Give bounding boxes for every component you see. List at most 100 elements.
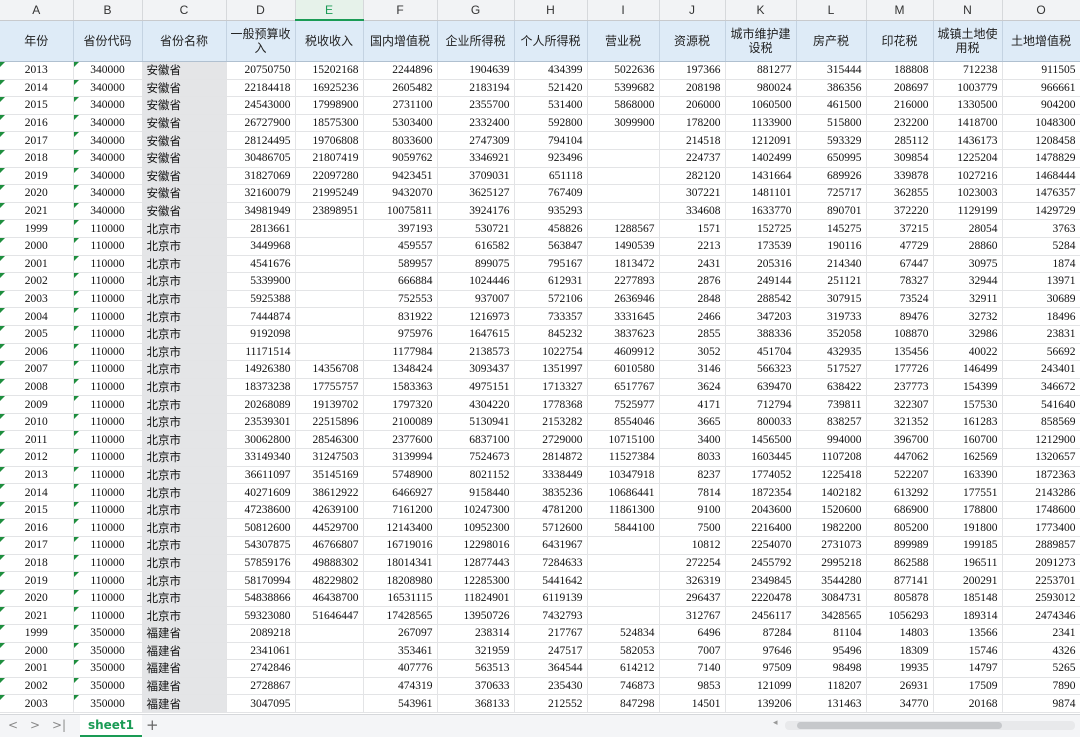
table-cell[interactable]: 15202168: [295, 61, 364, 80]
table-cell[interactable]: 2143286: [1002, 483, 1080, 502]
table-cell[interactable]: 154399: [933, 378, 1003, 397]
table-cell[interactable]: 1225204: [933, 149, 1003, 168]
table-cell[interactable]: 282120: [659, 167, 726, 186]
table-cell[interactable]: 13971: [1002, 272, 1080, 291]
table-cell[interactable]: 746873: [587, 677, 660, 696]
table-cell[interactable]: 232200: [866, 114, 934, 133]
table-cell[interactable]: 9432070: [363, 184, 438, 203]
table-cell[interactable]: 9192098: [226, 325, 296, 344]
spreadsheet-grid[interactable]: ABCDEFGHIJKLMNO 年份 省份代码 省份名称 一般预算收入 税收收入 国内增值…: [0, 0, 1080, 714]
table-cell[interactable]: 4326: [1002, 642, 1080, 661]
table-cell[interactable]: 858569: [1002, 413, 1080, 432]
table-cell[interactable]: 689926: [796, 167, 867, 186]
table-cell[interactable]: 14926380: [226, 360, 296, 379]
table-cell[interactable]: 56692: [1002, 343, 1080, 362]
table-cell[interactable]: 北京市: [142, 325, 227, 344]
table-cell[interactable]: 923496: [514, 149, 588, 168]
table-cell[interactable]: 2100089: [363, 413, 438, 432]
table-cell[interactable]: 2015: [0, 96, 74, 115]
table-cell[interactable]: 16925236: [295, 79, 364, 98]
table-cell[interactable]: 3099900: [587, 114, 660, 133]
table-cell[interactable]: 904200: [1002, 96, 1080, 115]
table-cell[interactable]: 3763: [1002, 219, 1080, 238]
table-cell[interactable]: 2349845: [725, 571, 797, 590]
table-cell[interactable]: 5022636: [587, 61, 660, 80]
table-cell[interactable]: 2728867: [226, 677, 296, 696]
table-cell[interactable]: 1520600: [796, 501, 867, 520]
table-cell[interactable]: 352058: [796, 325, 867, 344]
table-cell[interactable]: 566323: [725, 360, 797, 379]
table-cell[interactable]: 312767: [659, 606, 726, 625]
table-cell[interactable]: 3346921: [437, 149, 515, 168]
table-cell[interactable]: 19935: [866, 659, 934, 678]
table-cell[interactable]: 2848: [659, 290, 726, 309]
table-cell[interactable]: 5925388: [226, 290, 296, 309]
table-cell[interactable]: [587, 606, 660, 625]
table-cell[interactable]: 6496: [659, 624, 726, 643]
table-cell[interactable]: 18575300: [295, 114, 364, 133]
header-cell[interactable]: 房产税: [796, 20, 867, 62]
table-cell[interactable]: 1797320: [363, 395, 438, 414]
table-cell[interactable]: 845232: [514, 325, 588, 344]
table-cell[interactable]: 北京市: [142, 606, 227, 625]
table-cell[interactable]: 2731100: [363, 96, 438, 115]
table-cell[interactable]: [295, 307, 364, 326]
table-cell[interactable]: 2006: [0, 343, 74, 362]
table-cell[interactable]: 4304220: [437, 395, 515, 414]
table-cell[interactable]: 9423451: [363, 167, 438, 186]
table-cell[interactable]: 3428565: [796, 606, 867, 625]
table-cell[interactable]: 160700: [933, 430, 1003, 450]
table-cell[interactable]: 30486705: [226, 149, 296, 168]
table-cell[interactable]: 1212900: [1002, 430, 1080, 450]
table-cell[interactable]: [295, 624, 364, 643]
prev-sheet-icon[interactable]: <: [8, 718, 18, 732]
table-cell[interactable]: 2017: [0, 536, 74, 555]
table-cell[interactable]: 326319: [659, 571, 726, 590]
table-cell[interactable]: 2019: [0, 167, 74, 186]
table-cell[interactable]: 2377600: [363, 430, 438, 450]
table-cell[interactable]: 2001: [0, 659, 74, 678]
table-cell[interactable]: 238314: [437, 624, 515, 643]
table-cell[interactable]: [295, 325, 364, 344]
table-cell[interactable]: 18309: [866, 642, 934, 661]
table-cell[interactable]: 185148: [933, 589, 1003, 608]
table-cell[interactable]: 3331645: [587, 307, 660, 326]
table-cell[interactable]: 347203: [725, 307, 797, 326]
table-cell[interactable]: 3837623: [587, 325, 660, 344]
table-cell[interactable]: 11527384: [587, 448, 660, 467]
table-cell[interactable]: 1481101: [725, 184, 797, 203]
table-cell[interactable]: 752553: [363, 290, 438, 309]
table-cell[interactable]: 2005: [0, 325, 74, 344]
add-sheet-button[interactable]: +: [146, 716, 159, 734]
table-cell[interactable]: 7524673: [437, 448, 515, 467]
table-cell[interactable]: 321352: [866, 413, 934, 432]
table-cell[interactable]: 1872363: [1002, 466, 1080, 485]
table-cell[interactable]: 12298016: [437, 536, 515, 555]
table-cell[interactable]: 2021: [0, 202, 74, 221]
table-cell[interactable]: 795167: [514, 255, 588, 274]
column-header-M[interactable]: M: [866, 0, 934, 21]
table-cell[interactable]: 福建省: [142, 677, 227, 696]
table-cell[interactable]: 739811: [796, 395, 867, 414]
table-cell[interactable]: 937007: [437, 290, 515, 309]
table-cell[interactable]: 1778368: [514, 395, 588, 414]
table-cell[interactable]: 110000: [73, 413, 143, 432]
header-cell[interactable]: 城镇土地使用税: [933, 20, 1003, 62]
table-cell[interactable]: 1999: [0, 219, 74, 238]
table-cell[interactable]: 2007: [0, 360, 74, 379]
table-cell[interactable]: 4171: [659, 395, 726, 414]
table-cell[interactable]: 188808: [866, 61, 934, 80]
table-cell[interactable]: 北京市: [142, 237, 227, 256]
column-header-F[interactable]: F: [363, 0, 438, 21]
table-cell[interactable]: 81104: [796, 624, 867, 643]
table-cell[interactable]: 9100: [659, 501, 726, 520]
table-cell[interactable]: 2213: [659, 237, 726, 256]
table-cell[interactable]: 118207: [796, 677, 867, 696]
table-cell[interactable]: 31827069: [226, 167, 296, 186]
table-cell[interactable]: 7284633: [514, 554, 588, 573]
table-cell[interactable]: 161283: [933, 413, 1003, 432]
table-cell[interactable]: 994000: [796, 430, 867, 450]
table-cell[interactable]: 110000: [73, 272, 143, 291]
table-cell[interactable]: 110000: [73, 589, 143, 608]
table-cell[interactable]: 北京市: [142, 395, 227, 414]
